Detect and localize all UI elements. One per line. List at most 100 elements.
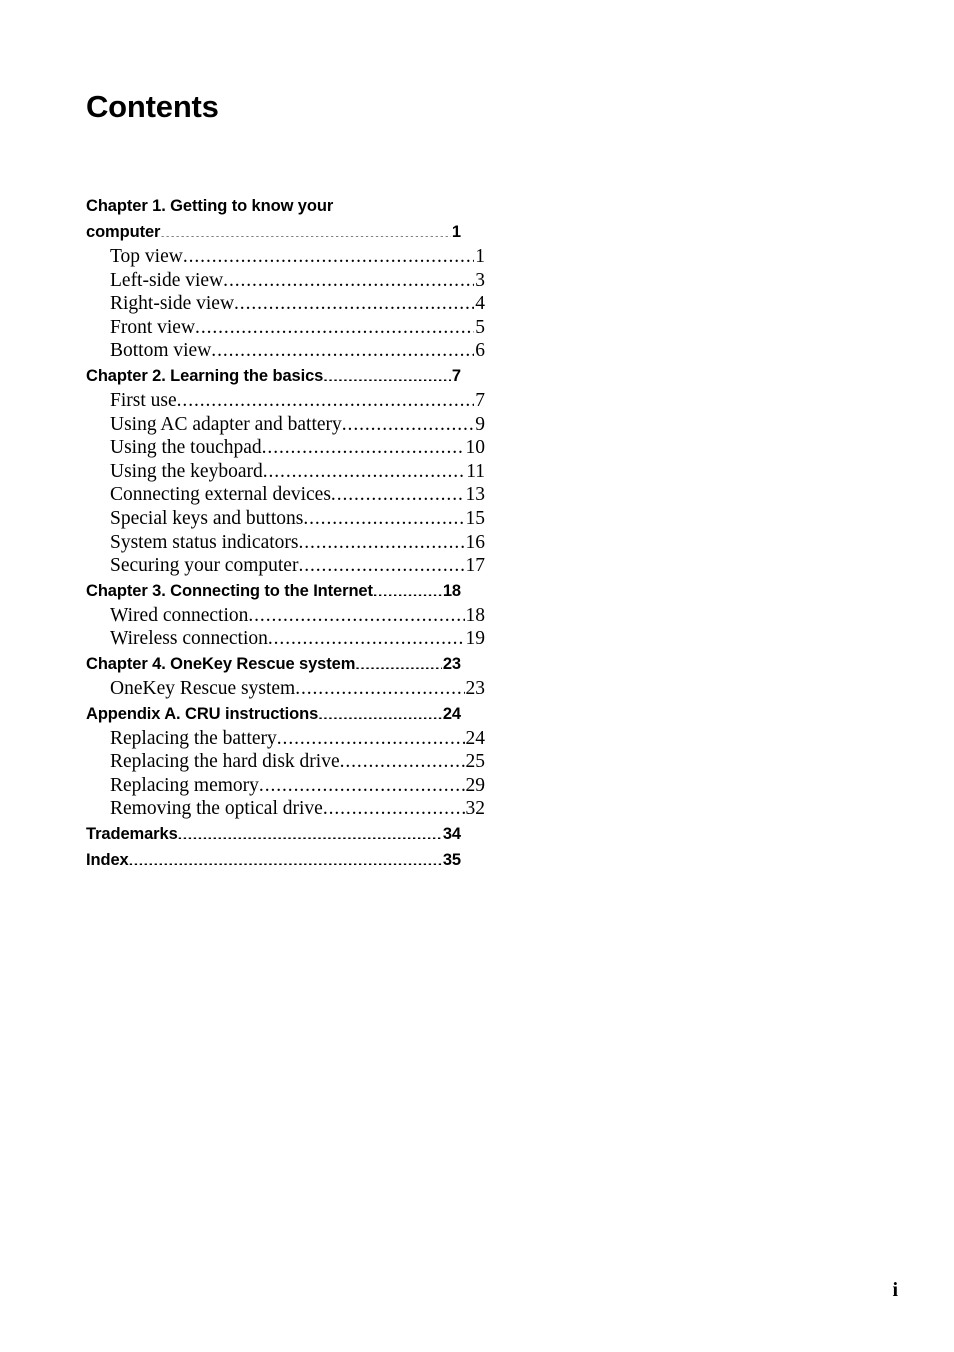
toc-dot-leader xyxy=(340,750,465,770)
toc-entry[interactable]: Right-side view 4 xyxy=(86,292,485,316)
toc-dot-leader xyxy=(323,364,451,381)
toc-dot-leader xyxy=(298,554,464,574)
toc-page-number: 23 xyxy=(442,654,461,673)
toc-entry-label: Connecting external devices xyxy=(110,484,331,506)
toc-page-number: 1 xyxy=(451,223,461,241)
toc-dot-leader xyxy=(303,507,464,527)
toc-entry[interactable]: System status indicators 16 xyxy=(86,531,485,555)
toc-entry-label: First use xyxy=(110,389,177,411)
toc-entry-label: Using the keyboard xyxy=(110,460,263,482)
toc-page-number: 35 xyxy=(442,850,461,869)
toc-entry-label: Replacing memory xyxy=(110,774,259,796)
toc-entry-label: Using AC adapter and battery xyxy=(110,413,342,435)
toc-entry[interactable]: Wireless connection 19 xyxy=(86,627,485,651)
toc-page-number: 7 xyxy=(475,389,485,411)
toc-page-number: 10 xyxy=(465,437,486,459)
toc-entry[interactable]: Replacing memory 29 xyxy=(86,774,485,798)
toc-entry-label: Index xyxy=(86,850,129,869)
toc-entry[interactable]: Trademarks 34 xyxy=(86,821,461,847)
toc-dot-leader xyxy=(323,797,465,817)
toc-dot-leader xyxy=(195,316,474,336)
toc-entry-label: Wireless connection xyxy=(110,628,268,650)
toc-entry-label: Bottom view xyxy=(110,340,212,362)
toc-entry[interactable]: Replacing the battery 24 xyxy=(86,727,485,751)
toc-dot-leader xyxy=(160,221,451,238)
toc-dot-leader xyxy=(223,269,474,289)
toc-dot-leader xyxy=(248,604,464,624)
toc-entry-label: computer xyxy=(86,223,161,241)
toc-page-number: 16 xyxy=(465,531,486,553)
toc-page-number: 34 xyxy=(442,824,461,843)
toc-page-number: 19 xyxy=(465,628,486,650)
page-folio: i xyxy=(892,1279,898,1301)
toc-entry[interactable]: First use 7 xyxy=(86,389,485,413)
toc-entry[interactable]: Securing your computer 17 xyxy=(86,554,485,578)
toc-entry-label: Securing your computer xyxy=(110,555,299,577)
toc-entry-label: Top view xyxy=(110,246,183,267)
toc-entry[interactable]: Replacing the hard disk drive 25 xyxy=(86,750,485,774)
toc-page-number: 18 xyxy=(442,581,461,600)
toc-dot-leader xyxy=(318,702,442,719)
toc-entry[interactable]: Index 35 xyxy=(86,847,461,873)
toc-entry[interactable]: computer 1 xyxy=(86,219,461,245)
toc-entry-label: Chapter 4. OneKey Rescue system xyxy=(86,654,356,673)
toc-dot-leader xyxy=(178,822,442,839)
toc-entry[interactable]: Top view 1 xyxy=(86,245,485,269)
toc-entry[interactable]: Special keys and buttons 15 xyxy=(86,507,485,531)
page-title: Contents xyxy=(86,88,219,124)
toc-entry[interactable]: Connecting external devices 13 xyxy=(86,483,485,507)
toc-dot-leader xyxy=(373,579,442,596)
toc-dot-leader xyxy=(263,460,466,480)
toc-entry[interactable]: Chapter 4. OneKey Rescue system 23 xyxy=(86,651,461,677)
toc-entry[interactable]: Front view 5 xyxy=(86,316,485,340)
toc-page-number: 15 xyxy=(465,507,486,529)
toc-dot-leader xyxy=(355,652,442,669)
toc-dot-leader xyxy=(234,292,474,312)
toc-entry-label: Chapter 1. Getting to know your xyxy=(86,197,334,215)
toc-entry[interactable]: Chapter 1. Getting to know your xyxy=(86,193,461,219)
toc-entry[interactable]: Bottom view 6 xyxy=(86,339,485,363)
toc-entry[interactable]: Wired connection 18 xyxy=(86,604,485,628)
toc-page-number: 24 xyxy=(465,727,486,749)
toc-entry-label: Appendix A. CRU instructions xyxy=(86,704,319,723)
toc-page-number: 3 xyxy=(475,269,485,291)
toc-dot-leader xyxy=(211,339,474,359)
toc-entry-label: Right-side view xyxy=(110,293,235,315)
toc-page-number: 9 xyxy=(475,413,485,435)
toc-dot-leader xyxy=(129,848,442,865)
toc-entry-label: Trademarks xyxy=(86,824,178,843)
toc-entry-label: Chapter 2. Learning the basics xyxy=(86,366,324,385)
toc-page-number: 5 xyxy=(475,316,485,338)
toc-page-number: 32 xyxy=(465,798,486,820)
toc-page-number: 11 xyxy=(466,460,485,482)
toc-page-number: 1 xyxy=(475,246,485,267)
toc-dot-leader xyxy=(183,245,474,265)
document-page: Contents Chapter 1. Getting to know your… xyxy=(0,0,954,1352)
toc-page-number: 18 xyxy=(465,604,486,626)
toc-entry-label: Special keys and buttons xyxy=(110,507,304,529)
toc-page-number: 25 xyxy=(465,751,486,773)
toc-dot-leader xyxy=(342,413,474,433)
toc-entry-label: Left-side view xyxy=(110,269,224,291)
toc-dot-leader xyxy=(277,727,465,747)
toc-entry-label: Replacing the hard disk drive xyxy=(110,751,340,773)
toc-entry-label: Front view xyxy=(110,316,196,338)
toc-dot-leader xyxy=(331,483,465,503)
toc-entry[interactable]: Appendix A. CRU instructions 24 xyxy=(86,701,461,727)
toc-dot-leader xyxy=(299,531,465,551)
toc-entry-label: Using the touchpad xyxy=(110,437,262,459)
table-of-contents: Chapter 1. Getting to know your computer 1… xyxy=(86,193,485,873)
toc-entry[interactable]: Removing the optical drive 32 xyxy=(86,797,485,821)
toc-entry-label: OneKey Rescue system xyxy=(110,677,296,699)
toc-entry-label: Chapter 3. Connecting to the Internet xyxy=(86,581,373,600)
toc-dot-leader xyxy=(268,627,465,647)
toc-entry[interactable]: Using the touchpad 10 xyxy=(86,436,485,460)
toc-entry[interactable]: OneKey Rescue system 23 xyxy=(86,677,485,701)
toc-entry[interactable]: Using the keyboard 11 xyxy=(86,460,485,484)
toc-entry-label: Replacing the battery xyxy=(110,727,277,749)
toc-entry[interactable]: Left-side view 3 xyxy=(86,269,485,293)
toc-entry[interactable]: Chapter 3. Connecting to the Internet 18 xyxy=(86,578,461,604)
toc-entry[interactable]: Using AC adapter and battery 9 xyxy=(86,413,485,437)
toc-dot-leader xyxy=(177,389,475,409)
toc-entry[interactable]: Chapter 2. Learning the basics 7 xyxy=(86,363,461,389)
